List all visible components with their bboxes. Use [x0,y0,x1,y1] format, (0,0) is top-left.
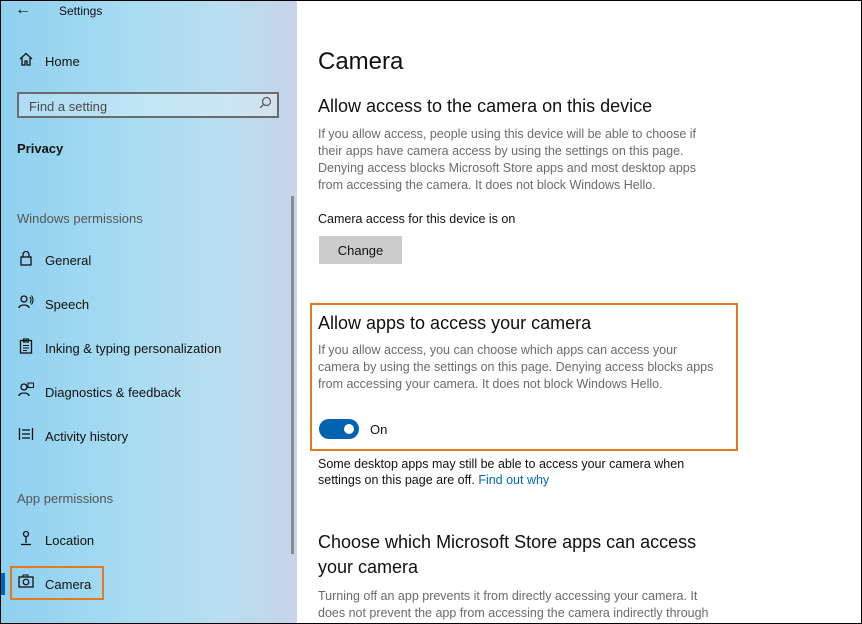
sidebar-item-label: Home [45,54,80,69]
group-label-app-permissions: App permissions [17,491,114,506]
main-content: Camera Allow access to the camera on thi… [297,1,861,623]
sidebar-item-label: Activity history [45,429,129,444]
sidebar-item-home[interactable]: Home [1,47,291,77]
title-bar: ← Settings [1,1,297,23]
speech-icon [17,294,35,314]
sidebar-item-label: Inking & typing personalization [45,341,222,356]
sidebar-item-speech[interactable]: Speech [1,290,291,320]
change-button[interactable]: Change [319,236,402,264]
sidebar-item-location[interactable]: Location [1,526,291,556]
search-input[interactable] [27,97,261,115]
device-access-description: If you allow access, people using this d… [318,127,696,192]
sidebar-item-label: Diagnostics & feedback [45,385,181,400]
search-box[interactable] [17,92,279,118]
settings-window: ← Settings Home Privacy Windows permissi… [0,0,862,624]
find-out-why-link[interactable]: Find out why [478,473,549,487]
toggle-state-label: On [370,422,388,437]
desktop-apps-note: Some desktop apps may still be able to a… [318,456,718,488]
sidebar-item-label: Speech [45,297,90,312]
sidebar-item-diagnostics-feedback[interactable]: Diagnostics & feedback [1,378,291,408]
store-apps-heading-line2: your camera [318,557,419,577]
sidebar-item-inking-typing[interactable]: Inking & typing personalization [1,334,291,364]
section-title: Privacy [17,141,64,156]
home-icon [17,51,35,71]
camera-highlight-frame [10,566,104,600]
feedback-icon [17,382,35,402]
device-access-status: Camera access for this device is on [318,212,516,226]
sidebar-item-activity-history[interactable]: Activity history [1,422,291,452]
sidebar-scrollbar[interactable] [291,196,294,554]
app-title: Settings [59,4,103,18]
location-icon [17,530,35,550]
app-access-description: If you allow access, you can choose whic… [318,343,714,391]
lock-icon [17,250,35,270]
group-label-windows-permissions: Windows permissions [17,211,143,226]
sidebar-item-label: General [45,253,92,268]
sidebar-item-general[interactable]: General [1,246,291,276]
clipboard-icon [17,338,35,358]
toggle-knob [344,424,354,434]
device-access-heading: Allow access to the camera on this devic… [318,96,653,116]
sidebar-item-label: Location [45,533,95,548]
store-apps-heading-line1: Choose which Microsoft Store apps can ac… [318,532,697,552]
store-apps-description: Turning off an app prevents it from dire… [318,589,709,620]
activity-history-icon [17,426,35,446]
app-access-toggle[interactable] [319,419,359,439]
sidebar: ← Settings Home Privacy Windows permissi… [1,1,297,623]
app-access-heading: Allow apps to access your camera [318,313,592,333]
page-title: Camera [318,48,404,75]
back-arrow-icon[interactable]: ← [15,1,31,19]
search-icon[interactable] [259,96,272,112]
